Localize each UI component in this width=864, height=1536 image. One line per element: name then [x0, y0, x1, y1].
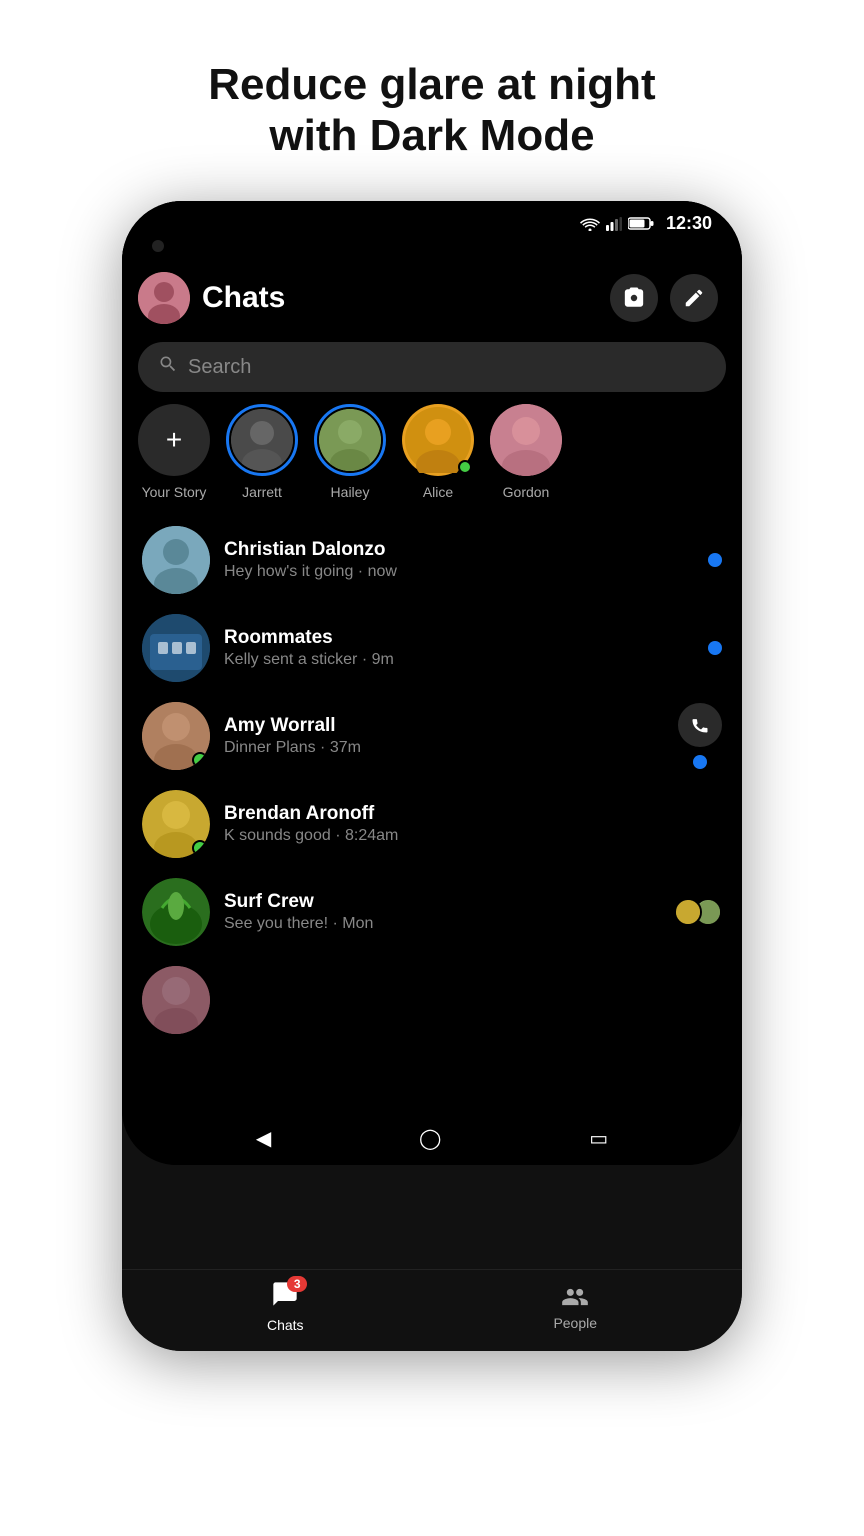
amy-avatar: [142, 702, 210, 770]
roommates-unread: [708, 641, 722, 655]
surf-avatar: [142, 878, 210, 946]
surf-preview: See you there! · Mon: [224, 915, 660, 933]
story-item-jarrett[interactable]: Jarrett: [226, 404, 298, 500]
header-title: Chats: [202, 281, 598, 315]
christian-preview: Hey how's it going · now: [224, 563, 694, 581]
your-story-avatar: +: [138, 404, 210, 476]
chat-item-partial[interactable]: [122, 956, 742, 1044]
header-actions: [610, 274, 718, 322]
roommates-info: Roommates Kelly sent a sticker · 9m: [224, 627, 694, 669]
headline: Reduce glare at nightwith Dark Mode: [148, 60, 715, 161]
alice-story-avatar: [402, 404, 474, 476]
jarrett-story-ring: [226, 404, 298, 476]
brendan-info: Brendan Aronoff K sounds good · 8:24am: [224, 803, 708, 845]
roommates-preview: Kelly sent a sticker · 9m: [224, 651, 694, 669]
user-avatar[interactable]: [138, 272, 190, 324]
camera-dot: [152, 240, 164, 252]
chat-item-amy[interactable]: Amy Worrall Dinner Plans · 37m: [122, 692, 742, 780]
brendan-online-dot: [192, 840, 208, 856]
amy-online-dot: [192, 752, 208, 768]
chat-item-roommates[interactable]: Roommates Kelly sent a sticker · 9m: [122, 604, 742, 692]
roommates-meta: [708, 641, 722, 655]
system-nav: ◀ ◯ ▭: [122, 1114, 742, 1165]
chat-list: Christian Dalonzo Hey how's it going · n…: [122, 516, 742, 1114]
christian-avatar: [142, 526, 210, 594]
chat-item-surf[interactable]: Surf Crew See you there! · Mon: [122, 868, 742, 956]
alice-label: Alice: [423, 484, 453, 500]
amy-info: Amy Worrall Dinner Plans · 37m: [224, 715, 664, 757]
camera-row: [122, 234, 742, 262]
app-content: Chats: [122, 262, 742, 1114]
christian-meta: [708, 553, 722, 567]
amy-meta: [678, 703, 722, 769]
story-item-alice[interactable]: Alice: [402, 404, 474, 500]
surf-info: Surf Crew See you there! · Mon: [224, 891, 660, 933]
surf-name: Surf Crew: [224, 891, 660, 913]
partial-avatar: [142, 966, 210, 1034]
amy-unread: [693, 755, 707, 769]
amy-name: Amy Worrall: [224, 715, 664, 737]
christian-name: Christian Dalonzo: [224, 539, 694, 561]
brendan-preview: K sounds good · 8:24am: [224, 827, 708, 845]
hailey-label: Hailey: [331, 484, 370, 500]
phone-screen: 12:30 Chats: [122, 201, 742, 1165]
chat-item-brendan[interactable]: Brendan Aronoff K sounds good · 8:24am: [122, 780, 742, 868]
app-header: Chats: [122, 262, 742, 334]
home-button[interactable]: ◯: [419, 1126, 441, 1151]
story-item-your-story[interactable]: + Your Story: [138, 404, 210, 500]
christian-unread: [708, 553, 722, 567]
amy-call-button[interactable]: [678, 703, 722, 747]
search-bar[interactable]: Search: [138, 342, 726, 392]
status-time: 12:30: [666, 213, 712, 234]
roommates-avatar: [142, 614, 210, 682]
back-button[interactable]: ◀: [256, 1126, 271, 1151]
stories-row: + Your Story Jarrett: [122, 404, 742, 516]
surf-meta: [674, 898, 722, 926]
story-item-gordon[interactable]: Gordon: [490, 404, 562, 500]
your-story-label: Your Story: [142, 484, 207, 500]
christian-info: Christian Dalonzo Hey how's it going · n…: [224, 539, 694, 581]
phone-shell: 12:30 Chats: [122, 201, 742, 1351]
status-icons: 12:30: [580, 213, 712, 234]
search-icon: [158, 354, 178, 380]
chat-item-christian[interactable]: Christian Dalonzo Hey how's it going · n…: [122, 516, 742, 604]
jarrett-label: Jarrett: [242, 484, 282, 500]
wifi-icon: [580, 217, 600, 231]
amy-preview: Dinner Plans · 37m: [224, 739, 664, 757]
gordon-story-avatar: [490, 404, 562, 476]
edit-button[interactable]: [670, 274, 718, 322]
battery-icon: [628, 217, 654, 230]
camera-button[interactable]: [610, 274, 658, 322]
hailey-story-ring: [314, 404, 386, 476]
story-item-hailey[interactable]: Hailey: [314, 404, 386, 500]
brendan-avatar: [142, 790, 210, 858]
recents-button[interactable]: ▭: [589, 1126, 608, 1151]
page-wrapper: Reduce glare at nightwith Dark Mode: [0, 0, 864, 1536]
roommates-name: Roommates: [224, 627, 694, 649]
status-bar: 12:30: [122, 201, 742, 234]
gordon-label: Gordon: [503, 484, 550, 500]
search-placeholder: Search: [188, 356, 251, 379]
brendan-name: Brendan Aronoff: [224, 803, 708, 825]
add-story-icon: +: [166, 424, 182, 456]
signal-icon: [606, 217, 622, 231]
